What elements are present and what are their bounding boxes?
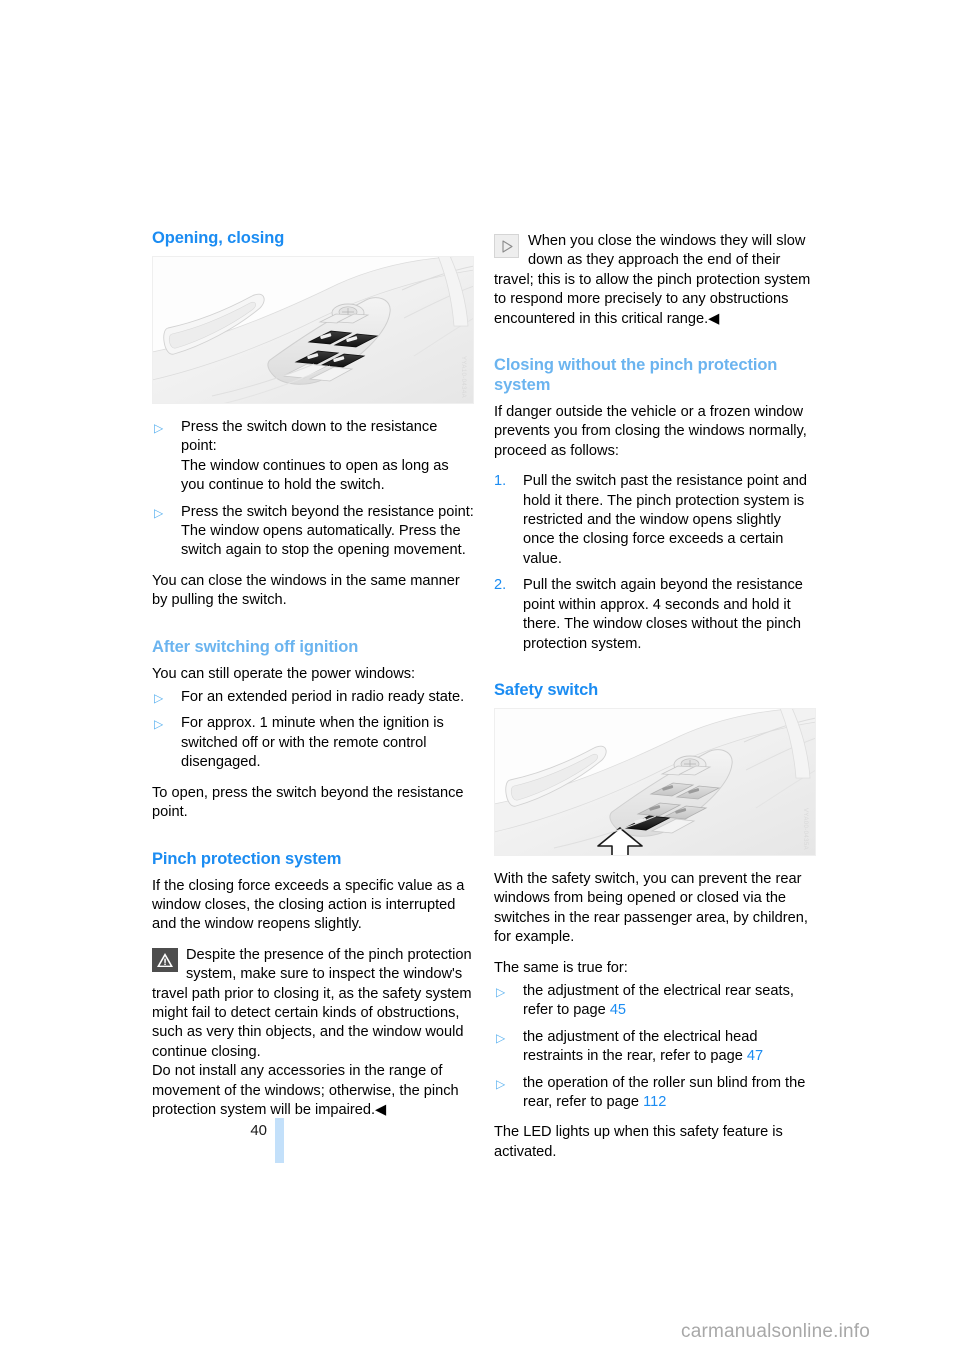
info-triangle-icon [494,234,520,260]
page-reference-link[interactable]: 45 [610,1002,626,1018]
list-item-text: Pull the switch past the resistance poin… [523,473,807,567]
list-item-text: For an extended period in radio ready st… [181,689,465,706]
triangle-bullet-icon: ▷ [496,1030,506,1045]
triangle-bullet-icon: ▷ [496,1076,506,1091]
heading-closing-without-pinch-protection: Closing without the pinch protection sys… [494,356,778,395]
paragraph-to-open: To open, press the switch beyond the res… [152,784,464,821]
heading-safety-switch: Safety switch [494,680,599,699]
warning-note-text: Despite the presence of the pinch protec… [152,946,472,1118]
paragraph-same-is-true: The same is true for: [494,959,628,976]
list-item-text: For approx. 1 minute when the ignition i… [181,715,444,771]
manual-page: Opening and closing Opening, closing [0,0,960,1358]
paragraph-pinch-intro: If the closing force exceeds a specific … [152,877,465,933]
figure-door-panel-switches: YYA10-0434A [152,256,474,404]
list-item-text: Pull the switch again beyond the resista… [523,577,803,652]
paragraph-safety-switch-intro: With the safety switch, you can prevent … [494,870,808,946]
heading-opening-closing: Opening, closing [152,229,285,247]
warning-end-mark: ◀ [375,1101,387,1118]
bullet-list-safety-switch-applies-to: ▷ the adjustment of the electrical rear s… [494,982,816,1112]
page-marker-bar [275,1118,284,1163]
page-number: 40 [250,1122,267,1139]
step-number: 1. [494,473,507,490]
paragraph-led-lights-up: The LED lights up when this safety featu… [494,1124,783,1160]
left-column: Opening, closing YYA10-0434A ▷ Press the… [152,228,474,1131]
list-item: 1. Pull the switch past the resistance p… [494,472,816,569]
list-item: ▷ the adjustment of the electrical head r… [494,1028,816,1067]
list-item: 2. Pull the switch again beyond the resi… [494,576,816,654]
info-note-text: When you close the windows they will slo… [494,233,811,327]
triangle-bullet-icon: ▷ [154,717,164,732]
step-number: 2. [494,577,507,594]
list-item-text: Press the switch down to the resistance … [181,419,449,494]
paragraph-danger-outside: If danger outside the vehicle or a froze… [494,404,807,459]
page-reference-link[interactable]: 47 [747,1048,763,1064]
triangle-bullet-icon: ▷ [496,984,506,999]
heading-after-switching-off-ignition: After switching off ignition [152,637,359,656]
right-column: When you close the windows they will slo… [494,228,816,1173]
list-item-text: Press the switch beyond the resistance p… [181,503,474,559]
figure-code: YYA10-0434A [460,356,466,398]
list-item: ▷ Press the switch beyond the resistance… [152,503,474,561]
warning-note: Despite the presence of the pinch protec… [152,946,474,1121]
triangle-bullet-icon: ▷ [154,505,164,520]
list-item: ▷ the adjustment of the electrical rear s… [494,982,816,1021]
list-item: ▷ the operation of the roller sun blind f… [494,1074,816,1113]
list-item: ▷ For an extended period in radio ready … [152,688,474,707]
figure-code: VYA00-0435A [802,807,808,850]
info-end-mark: ◀ [708,310,720,327]
list-item: ▷ Press the switch down to the resistanc… [152,418,474,496]
footer-watermark: carmanualsonline.info [681,1321,871,1342]
info-note: When you close the windows they will slo… [494,232,816,329]
heading-pinch-protection-system: Pinch protection system [152,849,342,868]
list-item-text: the adjustment of the electrical head re… [523,1028,758,1065]
figure-safety-switch-location: VYA00-0435A [494,707,816,856]
list-item: ▷ For approx. 1 minute when the ignition… [152,714,474,772]
list-item-text: the adjustment of the electrical rear se… [523,982,794,1019]
bullet-list-switch-actions: ▷ Press the switch down to the resistanc… [152,418,474,561]
warning-triangle-icon [152,947,178,974]
bullet-list-after-ignition: ▷ For an extended period in radio ready … [152,688,474,773]
paragraph-close-same-manner: You can close the windows in the same ma… [152,572,460,609]
triangle-bullet-icon: ▷ [154,691,164,706]
triangle-bullet-icon: ▷ [154,421,164,435]
paragraph-still-operate: You can still operate the power windows: [152,665,416,682]
numbered-list-closing-steps: 1. Pull the switch past the resistance p… [494,472,816,654]
page-reference-link[interactable]: 112 [643,1094,666,1110]
